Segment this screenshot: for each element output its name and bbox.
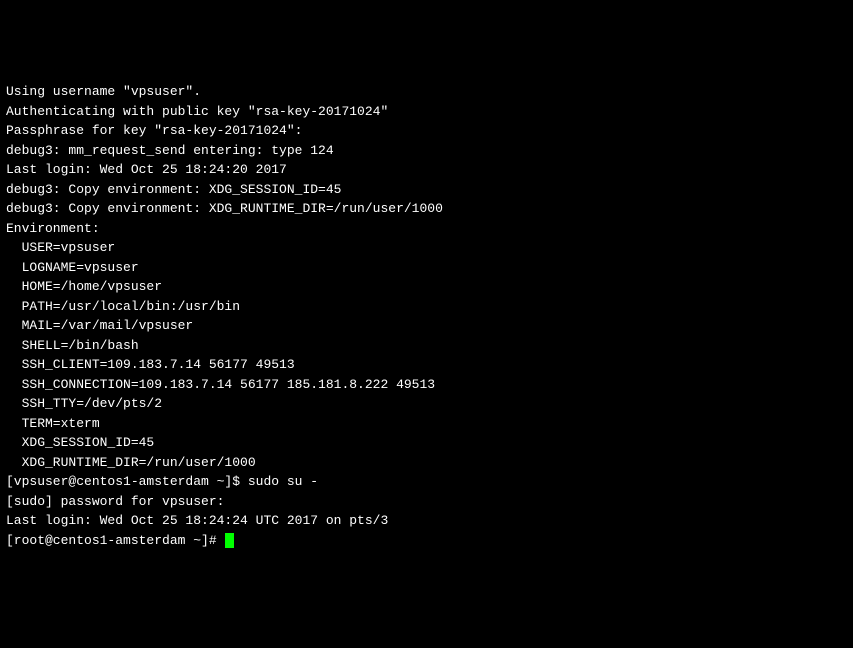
terminal-line: LOGNAME=vpsuser [6, 258, 847, 278]
terminal-line: [vpsuser@centos1-amsterdam ~]$ sudo su - [6, 472, 847, 492]
terminal-prompt: [root@centos1-amsterdam ~]# [6, 533, 224, 548]
terminal-line: XDG_RUNTIME_DIR=/run/user/1000 [6, 453, 847, 473]
terminal-line: debug3: Copy environment: XDG_RUNTIME_DI… [6, 199, 847, 219]
terminal-line: Passphrase for key "rsa-key-20171024": [6, 121, 847, 141]
terminal-line: SSH_CLIENT=109.183.7.14 56177 49513 [6, 355, 847, 375]
terminal-line: Using username "vpsuser". [6, 82, 847, 102]
terminal-line: [sudo] password for vpsuser: [6, 492, 847, 512]
terminal-line: Authenticating with public key "rsa-key-… [6, 102, 847, 122]
terminal-line: HOME=/home/vpsuser [6, 277, 847, 297]
terminal-line: TERM=xterm [6, 414, 847, 434]
terminal-line: debug3: mm_request_send entering: type 1… [6, 141, 847, 161]
terminal-line: Last login: Wed Oct 25 18:24:24 UTC 2017… [6, 511, 847, 531]
terminal-line: SSH_TTY=/dev/pts/2 [6, 394, 847, 414]
terminal-line: MAIL=/var/mail/vpsuser [6, 316, 847, 336]
terminal-line: SHELL=/bin/bash [6, 336, 847, 356]
terminal-prompt-line[interactable]: [root@centos1-amsterdam ~]# [6, 531, 847, 551]
terminal-line: PATH=/usr/local/bin:/usr/bin [6, 297, 847, 317]
terminal-line: XDG_SESSION_ID=45 [6, 433, 847, 453]
terminal-line: debug3: Copy environment: XDG_SESSION_ID… [6, 180, 847, 200]
terminal-output[interactable]: Using username "vpsuser".Authenticating … [6, 82, 847, 550]
terminal-line: Environment: [6, 219, 847, 239]
terminal-line: SSH_CONNECTION=109.183.7.14 56177 185.18… [6, 375, 847, 395]
terminal-line: Last login: Wed Oct 25 18:24:20 2017 [6, 160, 847, 180]
cursor-icon [225, 533, 234, 548]
terminal-line: USER=vpsuser [6, 238, 847, 258]
